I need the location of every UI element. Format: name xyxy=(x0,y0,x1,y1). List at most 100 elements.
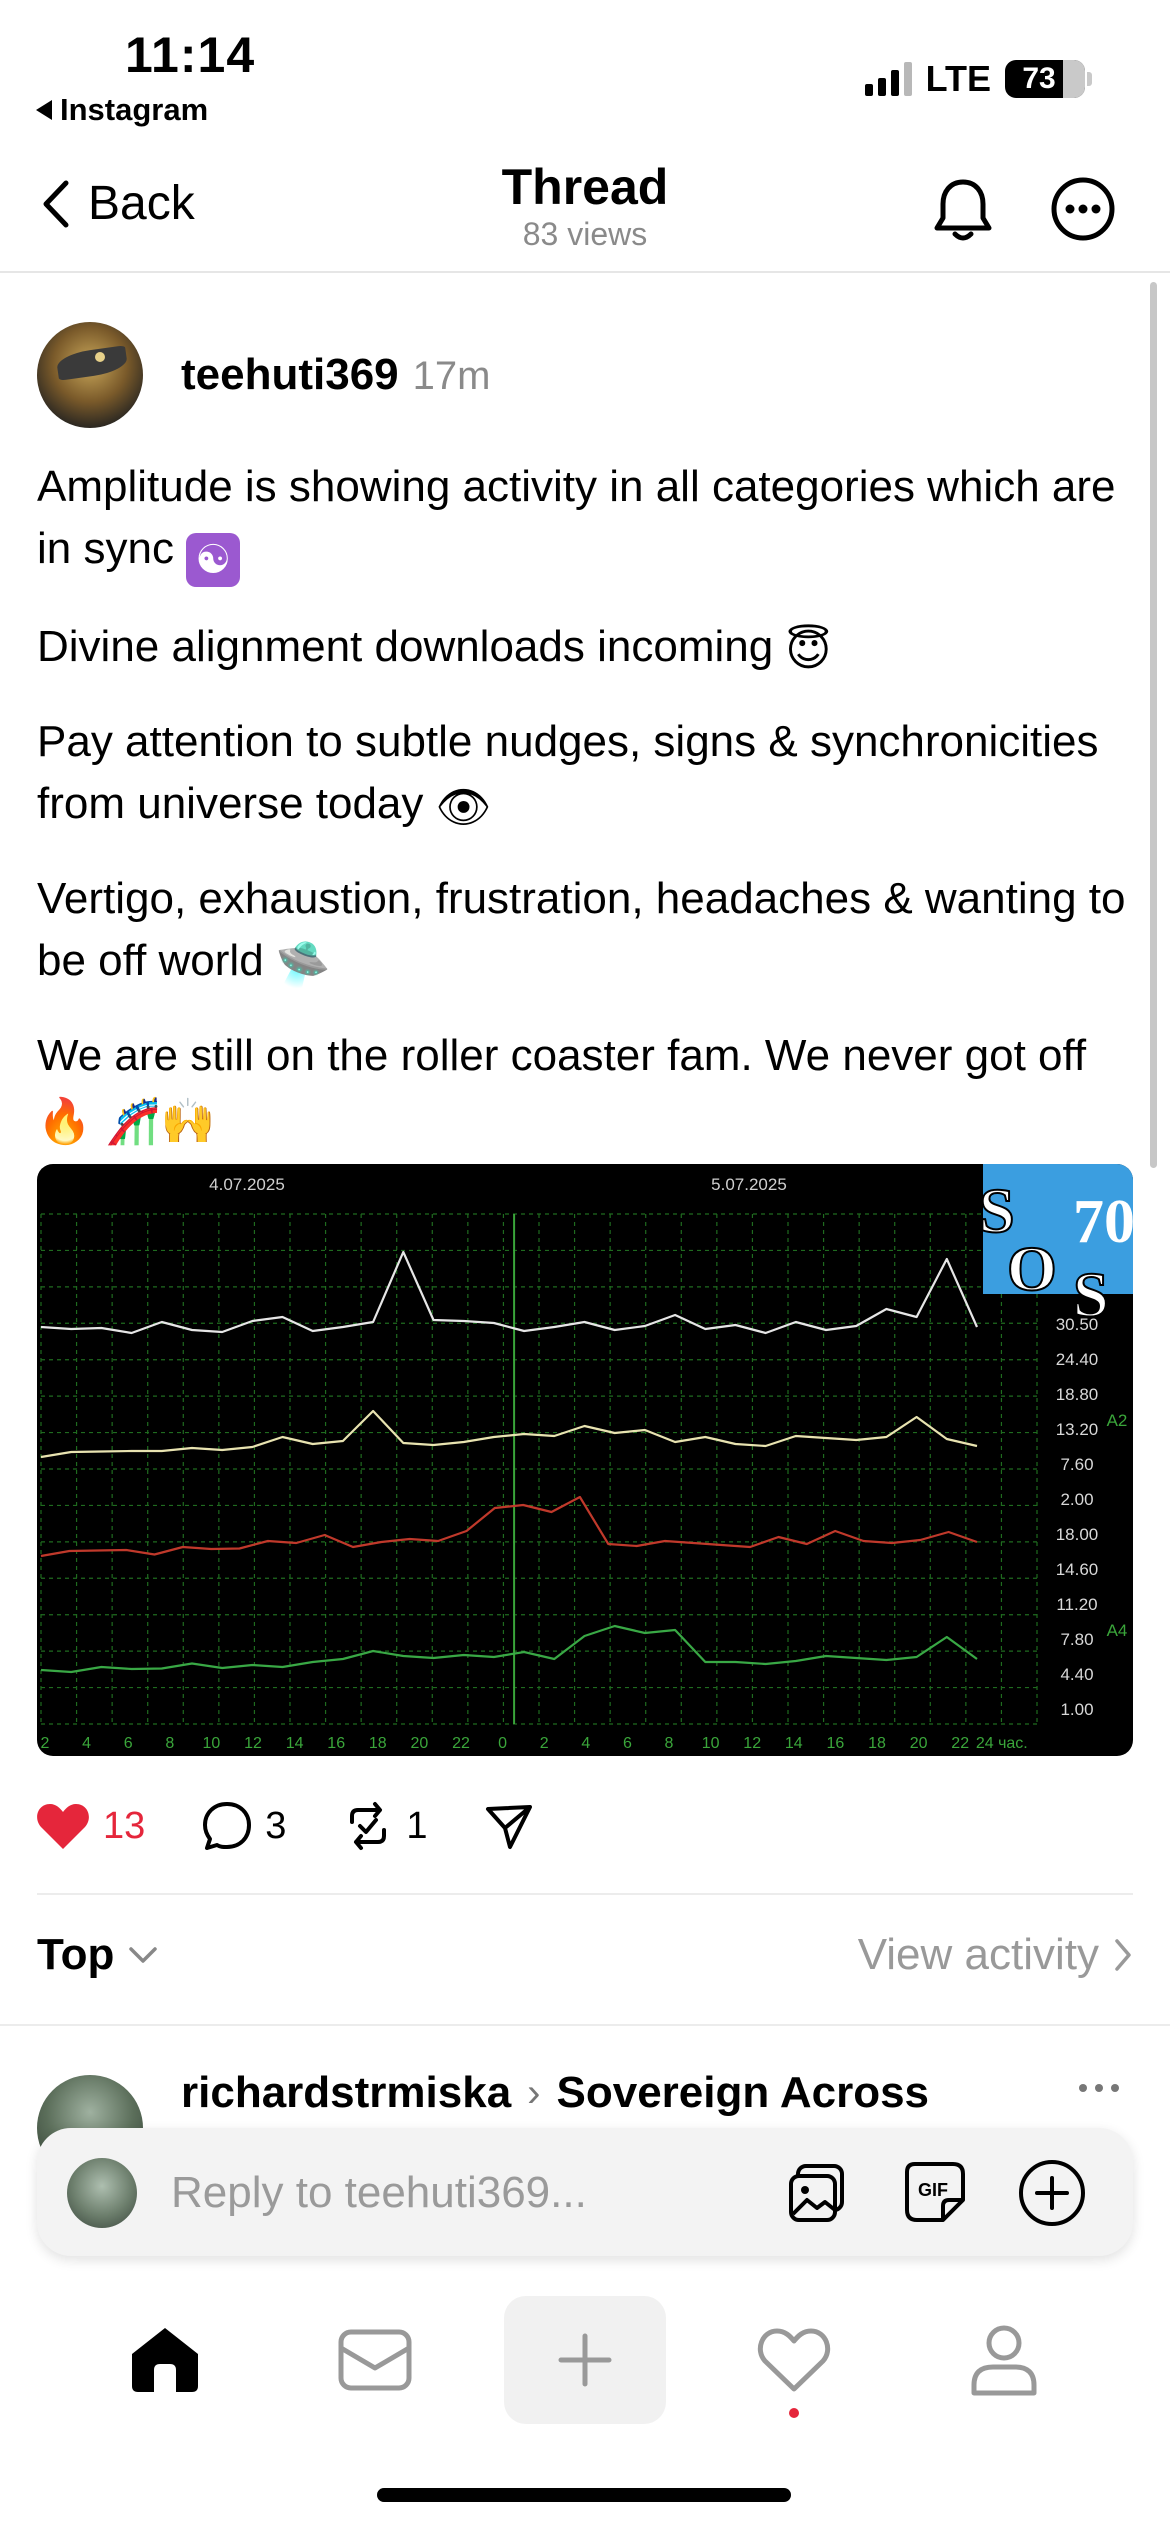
bottom-tab-bar xyxy=(0,2290,1170,2430)
chart-x-tick: 8 xyxy=(665,1735,674,1752)
chart-y-tick: 2.00 xyxy=(1060,1490,1093,1509)
back-to-instagram[interactable]: Instagram xyxy=(36,92,208,128)
halo-face-emoji: 😇 xyxy=(785,625,832,676)
reply-username[interactable]: richardstrmiska xyxy=(181,2068,511,2118)
chart-x-tick: 4 xyxy=(82,1735,91,1752)
chart-x-tick: 22 xyxy=(951,1735,969,1752)
chart-x-tick: 18 xyxy=(369,1735,387,1752)
divider xyxy=(37,1893,1133,1895)
chart-x-tick: 14 xyxy=(785,1735,803,1752)
comment-count: 3 xyxy=(265,1804,287,1847)
reply-community[interactable]: Sovereign Across xyxy=(557,2068,930,2118)
chart-y-tick: 13.20 xyxy=(1056,1420,1099,1439)
tab-profile[interactable] xyxy=(949,2290,1059,2430)
home-icon xyxy=(132,2328,198,2392)
paragraph-text: We are still on the roller coaster fam. … xyxy=(37,1031,1087,1080)
post-image-chart[interactable]: 4.07.2025 5.07.2025 2 4 6 8 10 12 14 16 18 20 22 0 2 4 6… xyxy=(37,1164,1133,1756)
chart-x-tick: 6 xyxy=(124,1735,133,1752)
back-app-label: Instagram xyxy=(60,92,209,127)
chart-y-tick: 11.20 xyxy=(1056,1595,1097,1614)
chart-x-tick: 0 xyxy=(498,1735,507,1752)
repost-button[interactable]: 1 xyxy=(342,1800,428,1852)
divider xyxy=(0,2024,1170,2026)
replies-sort-row: Top View activity xyxy=(37,1930,1133,1990)
nav-header: Back Thread 83 views xyxy=(0,140,1170,273)
chart-channel-label: A2 xyxy=(1107,1411,1128,1430)
tab-new-post[interactable] xyxy=(504,2296,666,2424)
my-avatar xyxy=(67,2158,137,2228)
author-avatar[interactable] xyxy=(37,322,143,428)
chart-y-tick: 7.60 xyxy=(1060,1455,1093,1474)
send-icon xyxy=(485,1805,532,1849)
sos-logo-letter: S xyxy=(1073,1259,1109,1330)
sos-logo-letter: O xyxy=(1007,1233,1057,1304)
view-activity-label: View activity xyxy=(857,1930,1099,1979)
like-button[interactable]: 13 xyxy=(35,1801,145,1851)
chart-x-tick: 2 xyxy=(41,1735,50,1752)
yin-yang-emoji: ☯ xyxy=(186,533,241,587)
signal-icon xyxy=(864,62,912,96)
share-button[interactable] xyxy=(484,1801,534,1851)
gallery-icon[interactable] xyxy=(783,2158,853,2228)
more-options-icon[interactable] xyxy=(1050,176,1116,242)
chart-x-tick: 20 xyxy=(910,1735,928,1752)
post-paragraph: Pay attention to subtle nudges, signs & … xyxy=(37,711,1127,839)
sort-dropdown[interactable]: Top xyxy=(37,1930,158,1980)
chart-x-tick: 4 xyxy=(581,1735,590,1752)
chart-series-line xyxy=(40,1250,979,1335)
repost-icon xyxy=(350,1802,387,1850)
chart-date-label: 4.07.2025 xyxy=(209,1175,285,1194)
chart-x-tick: 22 xyxy=(452,1735,470,1752)
post-paragraph: Vertigo, exhaustion, frustration, headac… xyxy=(37,868,1127,996)
chart-x-tick: 24 час. xyxy=(976,1735,1028,1752)
chart-y-tick: 18.80 xyxy=(1056,1385,1099,1404)
bell-icon[interactable] xyxy=(930,176,996,244)
comment-button[interactable]: 3 xyxy=(201,1800,286,1852)
tab-home[interactable] xyxy=(110,2290,220,2430)
tab-messages[interactable] xyxy=(320,2290,430,2430)
network-label: LTE xyxy=(925,58,991,99)
activity-notification-dot xyxy=(789,2408,799,2418)
view-activity-link[interactable]: View activity xyxy=(858,1930,1133,1980)
author-username[interactable]: teehuti369 xyxy=(181,350,399,400)
reply-input[interactable] xyxy=(171,2158,751,2228)
chart-x-tick: 10 xyxy=(702,1735,720,1752)
heart-icon xyxy=(757,2328,831,2392)
plus-icon xyxy=(558,2333,612,2387)
chart-x-tick: 2 xyxy=(540,1735,549,1752)
chart-x-tick: 20 xyxy=(411,1735,429,1752)
chart-y-tick: 1.00 xyxy=(1060,1700,1093,1719)
eye-emoji: 👁 xyxy=(435,782,492,833)
chart-x-tick: 12 xyxy=(743,1735,761,1752)
chart-date-label: 5.07.2025 xyxy=(711,1175,787,1194)
heart-filled-icon xyxy=(37,1804,89,1849)
gif-icon[interactable]: GIF xyxy=(901,2158,971,2228)
scrollbar[interactable] xyxy=(1150,282,1157,1168)
paragraph-text: Divine alignment downloads incoming xyxy=(37,622,774,671)
like-count: 13 xyxy=(103,1804,146,1847)
sort-label: Top xyxy=(37,1930,115,1979)
post-paragraph: Amplitude is showing activity in all cat… xyxy=(37,456,1127,587)
chart-x-tick: 16 xyxy=(327,1735,345,1752)
status-indicators: LTE 73 xyxy=(864,58,1092,100)
chart-y-tick: 18.00 xyxy=(1056,1525,1099,1544)
chart-x-tick: 10 xyxy=(203,1735,221,1752)
chevron-right-icon: › xyxy=(527,2070,541,2115)
back-triangle-icon xyxy=(36,100,52,120)
post-paragraph: We are still on the roller coaster fam. … xyxy=(37,1025,1127,1153)
add-circle-icon[interactable] xyxy=(1017,2158,1087,2228)
home-indicator xyxy=(377,2488,791,2502)
chart-channel-label: A4 xyxy=(1107,1621,1128,1640)
chart-y-tick: 24.40 xyxy=(1056,1350,1099,1369)
amplitude-chart: 4.07.2025 5.07.2025 2 4 6 8 10 12 14 16 18 20 22 0 2 4 6… xyxy=(40,1164,1133,1752)
repost-count: 1 xyxy=(406,1804,428,1847)
chart-x-tick: 8 xyxy=(165,1735,174,1752)
post-paragraph: Divine alignment downloads incoming 😇 xyxy=(37,616,1127,682)
ufo-emoji: 🛸 xyxy=(275,939,331,990)
author-line: teehuti369 17m xyxy=(181,350,490,400)
paragraph-text: Vertigo, exhaustion, frustration, headac… xyxy=(37,874,1126,985)
mail-icon xyxy=(338,2329,412,2391)
chart-x-tick: 12 xyxy=(244,1735,262,1752)
more-dots-icon[interactable] xyxy=(1076,2078,1122,2098)
status-time: 11:14 xyxy=(125,27,256,83)
